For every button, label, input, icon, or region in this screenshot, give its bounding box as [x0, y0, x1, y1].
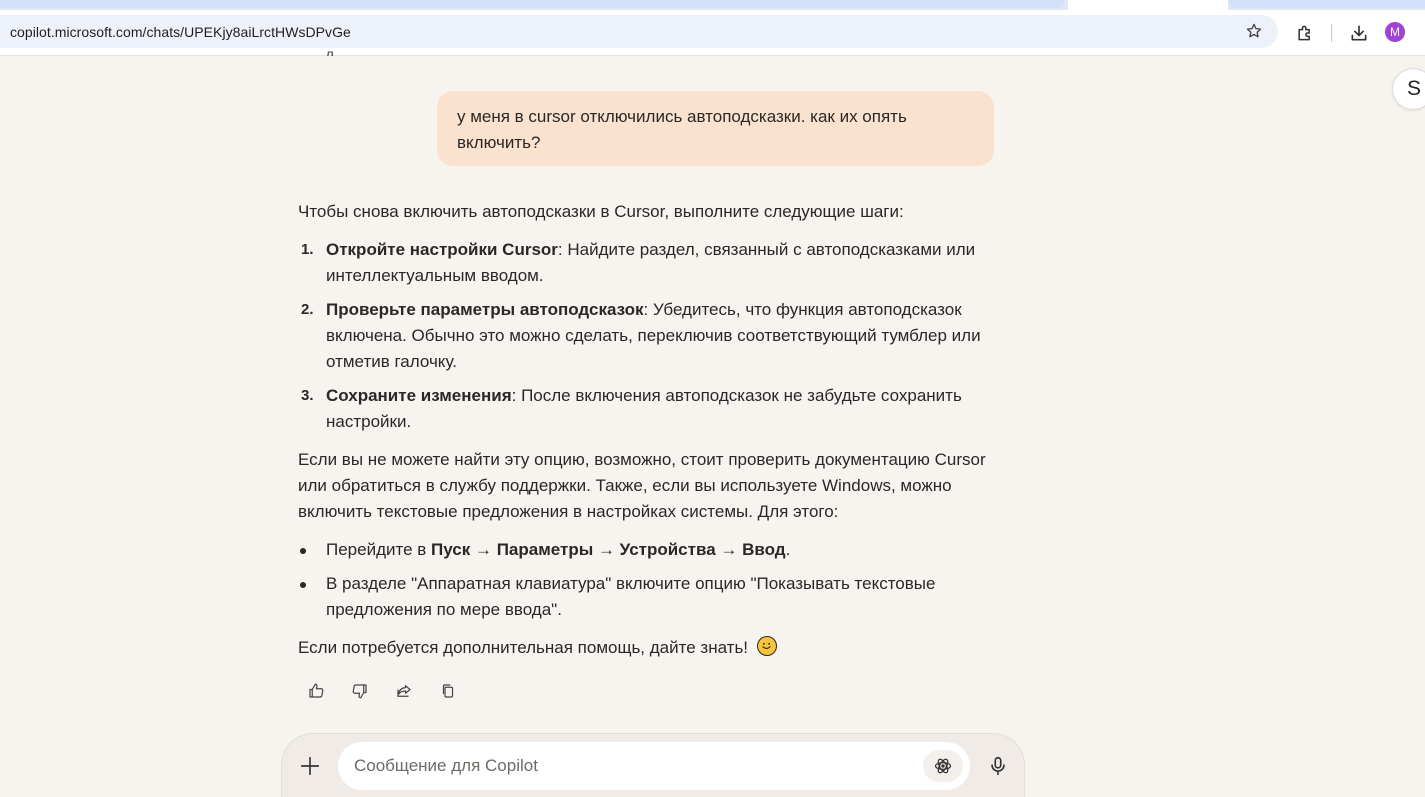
step-item: 2. Проверьте параметры автоподсказок: Уб… [298, 297, 998, 375]
microphone-icon[interactable] [984, 752, 1012, 780]
like-icon[interactable] [304, 679, 328, 703]
background-tab-left[interactable] [0, 0, 1065, 8]
bullet-dot [300, 548, 306, 554]
message-input[interactable] [354, 754, 894, 778]
message-field[interactable] [338, 742, 970, 790]
bullet-path: Пуск → Параметры → Устройства → Ввод [431, 540, 786, 559]
sidebar-avatar-button[interactable]: S [1392, 68, 1425, 110]
assistant-answer: Чтобы снова включить автоподсказки в Cur… [298, 199, 998, 661]
active-tab[interactable] [1068, 0, 1228, 10]
answer-intro: Чтобы снова включить автоподсказки в Cur… [298, 202, 904, 221]
step-number: 3. [301, 387, 314, 404]
message-composer [281, 733, 1025, 797]
bullet-text: В разделе "Аппаратная клавиатура" включи… [326, 574, 936, 619]
profile-avatar[interactable]: M [1385, 22, 1405, 42]
star-icon[interactable] [1244, 21, 1264, 41]
bullet-item: В разделе "Аппаратная клавиатура" включи… [298, 571, 998, 623]
bullet-prefix: Перейдите в [326, 540, 432, 559]
background-tab-right[interactable] [1228, 0, 1425, 8]
scrolled-off-text: д [325, 48, 345, 56]
browser-toolbar: copilot.microsoft.com/chats/UPEKjy8aiLrc… [0, 10, 1425, 56]
plus-icon[interactable] [296, 752, 324, 780]
download-icon[interactable] [1347, 21, 1371, 45]
step-number: 2. [301, 301, 314, 318]
step-title: Проверьте параметры автоподсказок [326, 300, 644, 319]
message-actions [304, 679, 460, 703]
bullet-suffix: . [785, 540, 791, 559]
step-item: 1. Откройте настройки Cursor: Найдите ра… [298, 237, 998, 289]
answer-middle: Если вы не можете найти эту опцию, возмо… [298, 450, 986, 521]
step-item: 3. Сохраните изменения: После включения … [298, 383, 998, 435]
answer-closing: Если потребуется дополнительная помощь, … [298, 635, 998, 661]
address-url[interactable]: copilot.microsoft.com/chats/UPEKjy8aiLrc… [10, 24, 351, 40]
bullet-item: Перейдите в Пуск → Параметры → Устройств… [298, 537, 998, 563]
tab-strip [0, 0, 1425, 10]
think-deeper-icon[interactable] [923, 750, 963, 782]
closing-text: Если потребуется дополнительная помощь, … [298, 638, 749, 657]
extensions-icon[interactable] [1293, 21, 1317, 45]
step-number: 1. [301, 241, 314, 258]
user-message-bubble: у меня в cursor отключились автоподсказк… [437, 91, 994, 166]
bullets-list: Перейдите в Пуск → Параметры → Устройств… [298, 537, 998, 623]
toolbar-separator [1331, 24, 1332, 42]
smiling-face-emoji [756, 636, 777, 656]
steps-list: 1. Откройте настройки Cursor: Найдите ра… [298, 237, 998, 435]
bullet-dot [300, 582, 306, 588]
step-title: Сохраните изменения [326, 386, 512, 405]
dislike-icon[interactable] [348, 679, 372, 703]
copy-icon[interactable] [436, 679, 460, 703]
address-bar[interactable]: copilot.microsoft.com/chats/UPEKjy8aiLrc… [0, 15, 1278, 48]
step-title: Откройте настройки Cursor [326, 240, 558, 259]
share-icon[interactable] [392, 679, 416, 703]
user-message-text: у меня в cursor отключились автоподсказк… [457, 107, 907, 152]
